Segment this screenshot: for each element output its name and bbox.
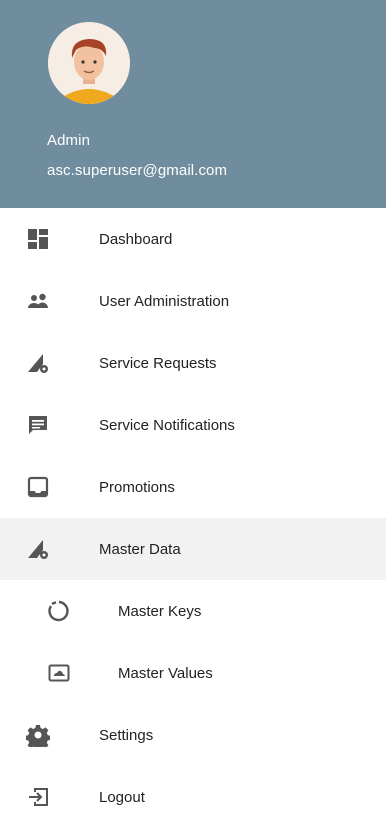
menu-item-service-notifications[interactable]: Service Notifications bbox=[0, 394, 386, 456]
avatar[interactable] bbox=[48, 22, 130, 104]
menu-item-settings[interactable]: Settings bbox=[0, 704, 386, 766]
menu-item-label: Settings bbox=[99, 726, 154, 744]
menu-item-label: Promotions bbox=[99, 478, 175, 496]
avatar-illustration bbox=[48, 22, 130, 104]
menu-item-label: Service Requests bbox=[99, 354, 217, 372]
message-icon bbox=[24, 411, 52, 439]
menu-item-label: Service Notifications bbox=[99, 416, 235, 434]
loading-circle-icon bbox=[45, 597, 73, 625]
menu-item-logout[interactable]: Logout bbox=[0, 766, 386, 828]
menu-item-service-requests[interactable]: Service Requests bbox=[0, 332, 386, 394]
logout-icon bbox=[24, 783, 52, 811]
drawer-menu: Dashboard User Administration Service Re… bbox=[0, 208, 386, 828]
submenu-item-master-values[interactable]: Master Values bbox=[0, 642, 386, 704]
user-email: asc.superuser@gmail.com bbox=[47, 162, 228, 179]
navigation-drawer: Admin asc.superuser@gmail.com Dashboard … bbox=[0, 0, 386, 816]
submenu-item-master-keys[interactable]: Master Keys bbox=[0, 580, 386, 642]
menu-item-dashboard[interactable]: Dashboard bbox=[0, 208, 386, 270]
wrench-gear-icon bbox=[24, 349, 52, 377]
menu-item-label: Dashboard bbox=[99, 230, 173, 248]
menu-item-user-administration[interactable]: User Administration bbox=[0, 270, 386, 332]
gear-icon bbox=[24, 721, 52, 749]
user-name: Admin bbox=[47, 132, 91, 149]
menu-item-label: User Administration bbox=[99, 292, 230, 310]
menu-item-master-data[interactable]: Master Data bbox=[0, 518, 386, 580]
menu-item-label: Master Values bbox=[118, 664, 213, 682]
menu-item-promotions[interactable]: Promotions bbox=[0, 456, 386, 518]
menu-item-label: Master Data bbox=[99, 540, 181, 558]
people-icon bbox=[24, 287, 52, 315]
menu-item-label: Logout bbox=[99, 788, 145, 806]
inbox-icon bbox=[24, 473, 52, 501]
dashboard-icon bbox=[24, 225, 52, 253]
wrench-gear-icon bbox=[24, 535, 52, 563]
cloud-box-icon bbox=[45, 659, 73, 687]
drawer-header: Admin asc.superuser@gmail.com bbox=[0, 0, 386, 208]
menu-item-label: Master Keys bbox=[118, 602, 202, 620]
